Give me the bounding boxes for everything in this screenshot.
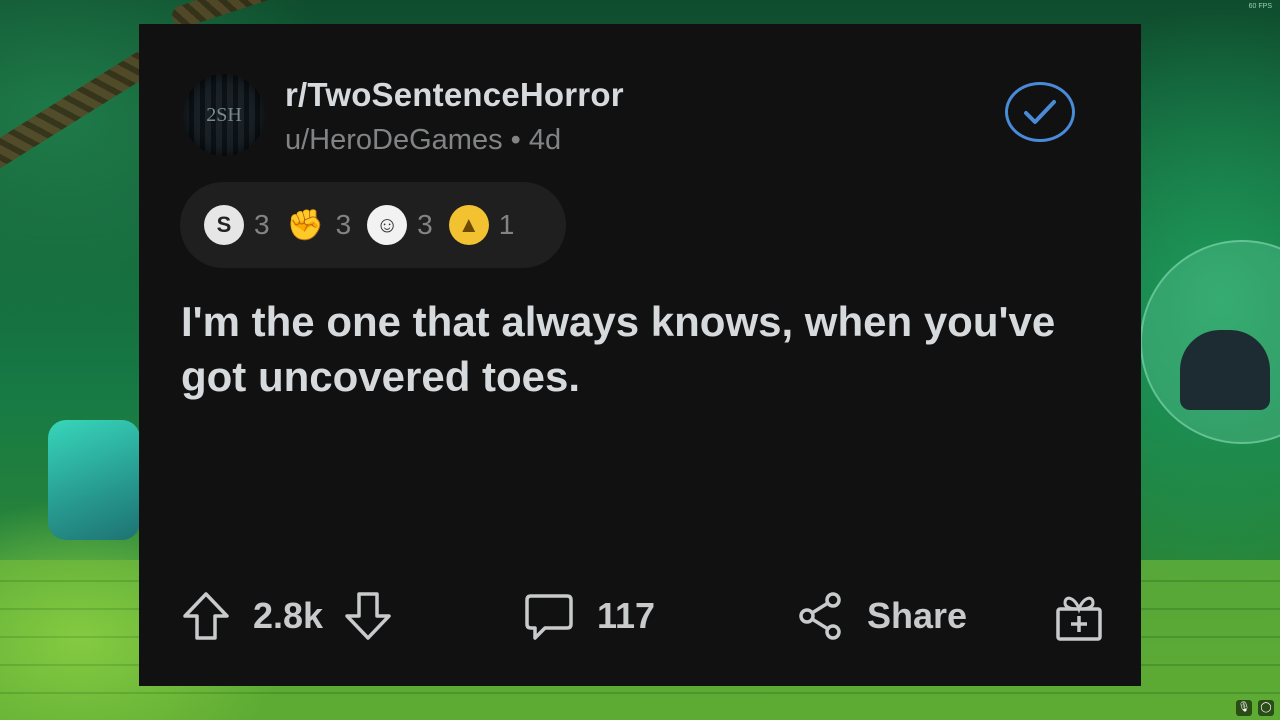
award-wholesome[interactable]: ☺ 3 [367, 205, 433, 245]
gift-icon [1056, 596, 1102, 641]
silver-award-icon: S [204, 205, 244, 245]
post-actions: 2.8k 117 Share [181, 584, 1111, 648]
gold-pyramid-award-icon: ▲ [448, 205, 489, 245]
award-silver[interactable]: S 3 [204, 205, 270, 245]
share-button[interactable]: Share [795, 584, 967, 648]
award-count: 3 [254, 209, 270, 240]
avatar-text: 2SH [206, 103, 242, 126]
check-icon[interactable] [1005, 82, 1075, 142]
helpful-hands-award-icon: ✊ [286, 208, 325, 242]
vote-count: 2.8k [253, 595, 324, 636]
overlay-icons: 🎙 ◯ [1236, 700, 1274, 716]
comments-button[interactable]: 117 [523, 584, 655, 648]
subreddit-name[interactable]: r/TwoSentenceHorror [285, 76, 624, 114]
comment-count: 117 [597, 595, 656, 636]
award-gold[interactable]: ▲ 1 [448, 205, 515, 245]
background-robot [1180, 330, 1270, 410]
share-label: Share [867, 595, 968, 636]
award-count: 3 [417, 209, 433, 240]
share-icon [799, 592, 841, 640]
refresh-icon: ◯ [1258, 700, 1274, 716]
downvote-icon[interactable] [343, 590, 393, 642]
wholesome-award-icon: ☺ [367, 205, 408, 245]
award-count: 3 [335, 209, 352, 240]
award-helpful[interactable]: ✊ 3 [286, 205, 352, 245]
subreddit-avatar[interactable]: 2SH [183, 74, 265, 156]
gift-award-button[interactable] [1053, 584, 1105, 648]
award-count: 1 [498, 209, 515, 240]
vote-controls: 2.8k [181, 584, 393, 648]
upvote-icon[interactable] [181, 590, 231, 642]
post-body: I'm the one that always knows, when you'… [181, 298, 1056, 400]
microphone-icon: 🎙 [1236, 700, 1252, 716]
post-meta[interactable]: u/HeroDeGames • 4d [285, 124, 561, 157]
post-card: 2SH r/TwoSentenceHorror u/HeroDeGames • … [139, 24, 1141, 686]
awards-bar[interactable]: S 3 ✊ 3 ☺ 3 ▲ 1 [180, 182, 566, 268]
comment-icon [525, 594, 573, 640]
background-object [48, 420, 140, 540]
fps-counter: 60 FPS [1248, 3, 1272, 10]
